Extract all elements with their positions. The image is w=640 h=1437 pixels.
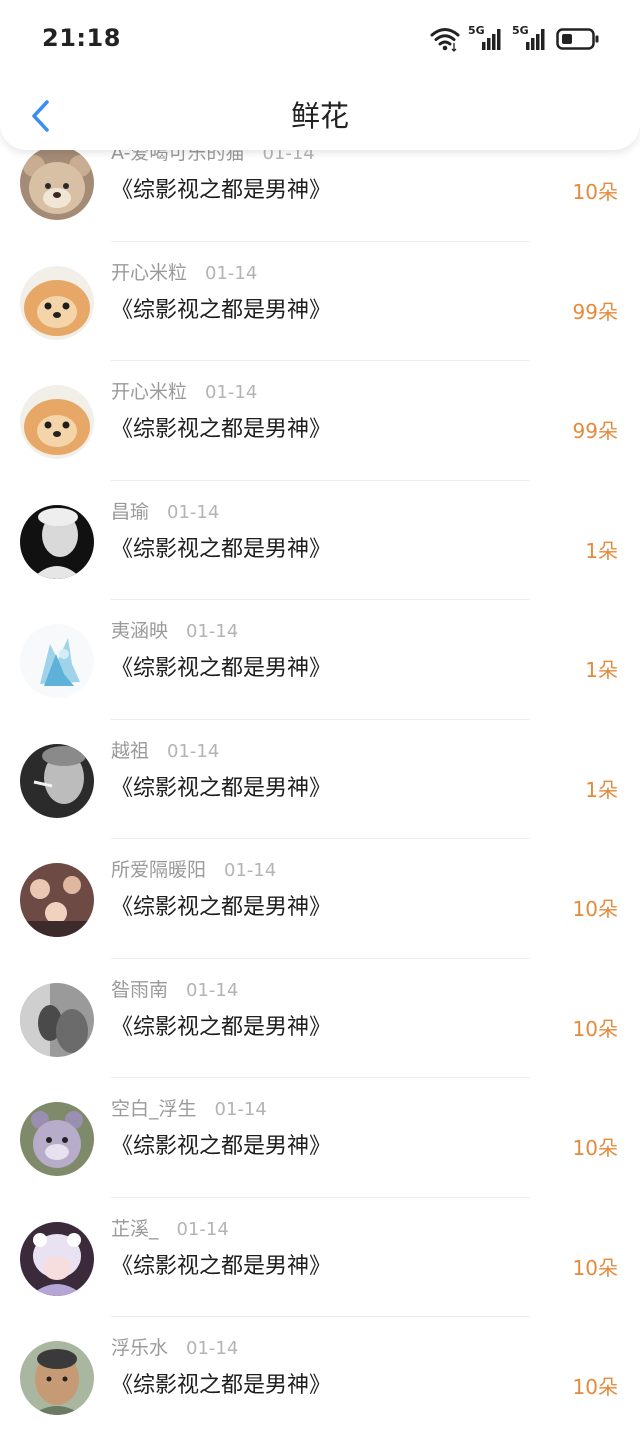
- flower-amount: 10朵: [572, 180, 618, 204]
- crystal-fox-avatar[interactable]: [20, 624, 94, 698]
- user-name: 开心米粒: [111, 261, 188, 284]
- signal-1: 5G: [468, 24, 504, 52]
- gift-date: 01-14: [167, 501, 220, 523]
- signal-bars-icon: [482, 29, 501, 50]
- list-item[interactable]: 所爱隔暖阳 01-14 《综影视之都是男神》 10朵: [0, 839, 640, 959]
- flower-amount: 1朵: [585, 658, 618, 682]
- battery-icon: [556, 28, 599, 50]
- name-line: 芷溪_ 01-14: [111, 1214, 229, 1241]
- name-line: 空白_浮生 01-14: [111, 1094, 267, 1121]
- gift-date: 01-14: [214, 1099, 267, 1120]
- hand-cover-avatar[interactable]: [20, 982, 94, 1057]
- group-photo-avatar[interactable]: [20, 863, 94, 937]
- name-line: 昝雨南 01-14: [111, 975, 238, 1002]
- signal-bars-icon: [526, 29, 545, 50]
- anime-girl-avatar[interactable]: [20, 1221, 94, 1296]
- user-name: 所爱隔暖阳: [111, 859, 207, 881]
- flower-amount: 10朵: [572, 1255, 618, 1280]
- top-header: 21:18 5G 5G 鲜花: [0, 0, 640, 150]
- list-item[interactable]: 芷溪_ 01-14 《综影视之都是男神》 10朵: [0, 1198, 640, 1317]
- flower-amount: 1朵: [585, 777, 618, 802]
- bw-portrait-avatar[interactable]: [20, 504, 94, 579]
- name-line: 昌瑜 01-14: [111, 497, 219, 524]
- bear-hood-avatar[interactable]: [20, 146, 94, 220]
- smoking-man-avatar[interactable]: [20, 743, 94, 818]
- list-item[interactable]: 开心米粒 01-14 《综影视之都是男神》 99朵: [0, 361, 640, 481]
- user-name: 越祖: [111, 739, 150, 762]
- book-title: 《综影视之都是男神》: [111, 178, 332, 203]
- book-title: 《综影视之都是男神》: [111, 775, 332, 801]
- page-title: 鲜花: [290, 99, 349, 133]
- book-title: 《综影视之都是男神》: [111, 1253, 332, 1279]
- name-line: 越祖 01-14: [111, 736, 219, 763]
- book-title: 《综影视之都是男神》: [111, 895, 332, 920]
- book-title: 《综影视之都是男神》: [111, 297, 332, 323]
- list-item[interactable]: 空白_浮生 01-14 《综影视之都是男神》 10朵: [0, 1078, 640, 1198]
- user-name: 芷溪_: [111, 1217, 159, 1240]
- name-line: 开心米粒 01-14: [111, 258, 257, 285]
- list-item[interactable]: 浮乐水 01-14 《综影视之都是男神》 10朵: [0, 1317, 640, 1437]
- name-line: 夷涵映 01-14: [111, 616, 238, 643]
- name-line: 浮乐水 01-14: [111, 1333, 238, 1360]
- flower-amount: 99朵: [572, 299, 618, 324]
- list-item[interactable]: 昝雨南 01-14 《综影视之都是男神》 10朵: [0, 959, 640, 1078]
- status-icons: 5G 5G: [430, 24, 600, 54]
- flower-amount: 99朵: [572, 419, 618, 443]
- gift-date: 01-14: [186, 621, 239, 642]
- gift-date: 01-14: [205, 262, 258, 284]
- list-item[interactable]: 开心米粒 01-14 《综影视之都是男神》 99朵: [0, 242, 640, 361]
- flower-amount: 10朵: [572, 1016, 618, 1041]
- signal-2: 5G: [512, 24, 548, 52]
- user-name: 浮乐水: [111, 1337, 169, 1359]
- book-title: 《综影视之都是男神》: [111, 1134, 332, 1159]
- flower-amount: 10朵: [572, 1136, 618, 1160]
- status-time: 21:18: [42, 24, 121, 52]
- list-item[interactable]: 夷涵映 01-14 《综影视之都是男神》 1朵: [0, 600, 640, 720]
- gift-date: 01-14: [205, 382, 258, 403]
- user-name: 昝雨南: [111, 978, 169, 1001]
- gift-date: 01-14: [167, 740, 220, 762]
- pomeranian-avatar[interactable]: [20, 265, 94, 340]
- book-title: 《综影视之都是男神》: [111, 1014, 332, 1040]
- name-line: 所爱隔暖阳 01-14: [111, 855, 276, 882]
- gift-date: 01-14: [186, 1338, 239, 1359]
- flower-amount: 10朵: [572, 897, 618, 921]
- flower-amount: 10朵: [572, 1375, 618, 1399]
- pomeranian-avatar[interactable]: [20, 385, 94, 459]
- book-title: 《综影视之都是男神》: [111, 656, 332, 681]
- book-title: 《综影视之都是男神》: [111, 417, 332, 442]
- plush-toy-avatar[interactable]: [20, 1102, 94, 1176]
- book-title: 《综影视之都是男神》: [111, 536, 332, 562]
- user-name: 开心米粒: [111, 381, 188, 403]
- flower-amount: 1朵: [585, 538, 618, 563]
- name-line: 开心米粒 01-14: [111, 377, 257, 404]
- user-name: 夷涵映: [111, 620, 169, 642]
- book-title: 《综影视之都是男神》: [111, 1373, 332, 1398]
- wifi-icon: [430, 28, 460, 52]
- list-item[interactable]: 越祖 01-14 《综影视之都是男神》 1朵: [0, 720, 640, 839]
- list-item[interactable]: 昌瑜 01-14 《综影视之都是男神》 1朵: [0, 481, 640, 600]
- gift-date: 01-14: [176, 1218, 229, 1240]
- gift-date: 01-14: [224, 860, 277, 881]
- user-name: 空白_浮生: [111, 1098, 197, 1120]
- child-photo-avatar[interactable]: [20, 1341, 94, 1415]
- user-name: 昌瑜: [111, 500, 150, 523]
- gift-date: 01-14: [186, 979, 239, 1001]
